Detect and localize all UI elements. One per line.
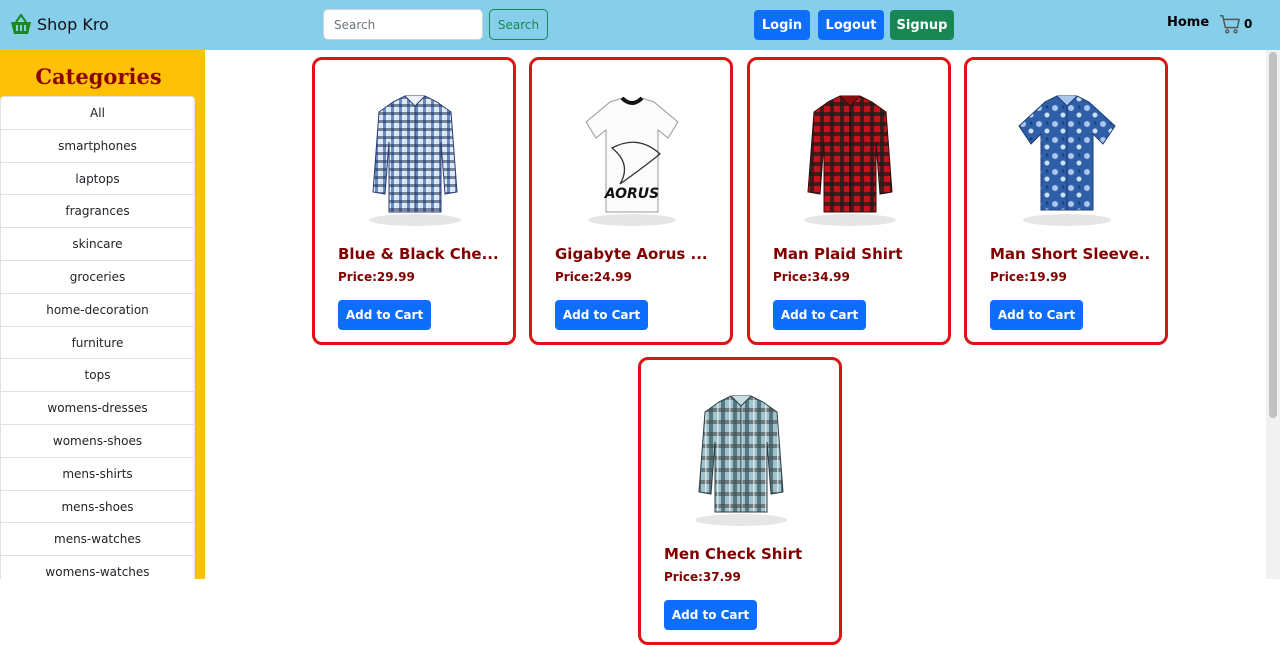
product-price: Price:19.99 bbox=[990, 270, 1067, 284]
category-sidebar: Categories All smartphones laptops fragr… bbox=[0, 50, 205, 579]
add-to-cart-button[interactable]: Add to Cart bbox=[338, 300, 431, 330]
category-item[interactable]: womens-dresses bbox=[1, 392, 194, 425]
category-item[interactable]: mens-shoes bbox=[1, 491, 194, 524]
product-title: Men Check Shirt bbox=[664, 545, 803, 563]
navbar: Shop Kro Search Login Logout Signup Home… bbox=[0, 0, 1280, 50]
login-button[interactable]: Login bbox=[754, 10, 810, 40]
cart-count: 0 bbox=[1244, 17, 1253, 31]
scrollbar-thumb[interactable] bbox=[1269, 52, 1277, 418]
product-card: Man Plaid Shirt Price:34.99 Add to Cart bbox=[747, 57, 951, 345]
product-image bbox=[1018, 95, 1116, 226]
product-title: Man Short Sleeve... bbox=[990, 245, 1150, 263]
basket-icon bbox=[11, 13, 31, 34]
brand-link[interactable]: Shop Kro bbox=[9, 12, 109, 36]
category-item[interactable]: laptops bbox=[1, 163, 194, 196]
product-price: Price:37.99 bbox=[664, 570, 741, 584]
product-card: Men Check Shirt Price:37.99 Add to Cart bbox=[638, 357, 842, 645]
category-item[interactable]: mens-shirts bbox=[1, 458, 194, 491]
category-item[interactable]: home-decoration bbox=[1, 294, 194, 327]
category-list: All smartphones laptops fragrances skinc… bbox=[0, 96, 195, 579]
product-title: Blue & Black Che... bbox=[338, 245, 498, 263]
product-price: Price:34.99 bbox=[773, 270, 850, 284]
product-image bbox=[804, 95, 896, 226]
page-scrollbar[interactable] bbox=[1266, 50, 1280, 579]
add-to-cart-button[interactable]: Add to Cart bbox=[773, 300, 866, 330]
add-to-cart-button[interactable]: Add to Cart bbox=[555, 300, 648, 330]
category-item[interactable]: skincare bbox=[1, 228, 194, 261]
add-to-cart-button[interactable]: Add to Cart bbox=[990, 300, 1083, 330]
product-image bbox=[695, 395, 787, 526]
product-image: AORUS bbox=[585, 96, 679, 226]
cart-link[interactable]: 0 bbox=[1219, 13, 1252, 35]
categories-heading: Categories bbox=[35, 64, 162, 89]
product-image bbox=[369, 95, 461, 226]
category-item[interactable]: smartphones bbox=[1, 130, 194, 163]
search-button[interactable]: Search bbox=[489, 9, 548, 40]
brand-name: Shop Kro bbox=[37, 14, 109, 34]
search-input[interactable] bbox=[323, 9, 483, 40]
svg-text:AORUS: AORUS bbox=[604, 186, 660, 202]
product-card: Man Short Sleeve... Price:19.99 Add to C… bbox=[964, 57, 1168, 345]
category-item[interactable]: groceries bbox=[1, 261, 194, 294]
product-price: Price:29.99 bbox=[338, 270, 415, 284]
product-price: Price:24.99 bbox=[555, 270, 632, 284]
product-title: Gigabyte Aorus ... bbox=[555, 245, 708, 263]
category-item[interactable]: fragrances bbox=[1, 195, 194, 229]
product-card: Blue & Black Che... Price:29.99 Add to C… bbox=[312, 57, 516, 345]
home-link[interactable]: Home bbox=[1167, 15, 1209, 30]
category-item[interactable]: womens-shoes bbox=[1, 425, 194, 458]
product-title: Man Plaid Shirt bbox=[773, 245, 903, 263]
signup-button[interactable]: Signup bbox=[890, 10, 954, 40]
category-item[interactable]: furniture bbox=[1, 327, 194, 360]
category-item[interactable]: womens-watches bbox=[1, 556, 194, 579]
category-item[interactable]: All bbox=[1, 97, 194, 130]
product-card: AORUS Gigabyte Aorus ... Price:24.99 Add… bbox=[529, 57, 733, 345]
cart-icon bbox=[1219, 15, 1240, 34]
add-to-cart-button[interactable]: Add to Cart bbox=[664, 600, 757, 630]
category-item[interactable]: tops bbox=[1, 359, 194, 393]
logout-button[interactable]: Logout bbox=[818, 10, 884, 40]
category-item[interactable]: mens-watches bbox=[1, 523, 194, 557]
